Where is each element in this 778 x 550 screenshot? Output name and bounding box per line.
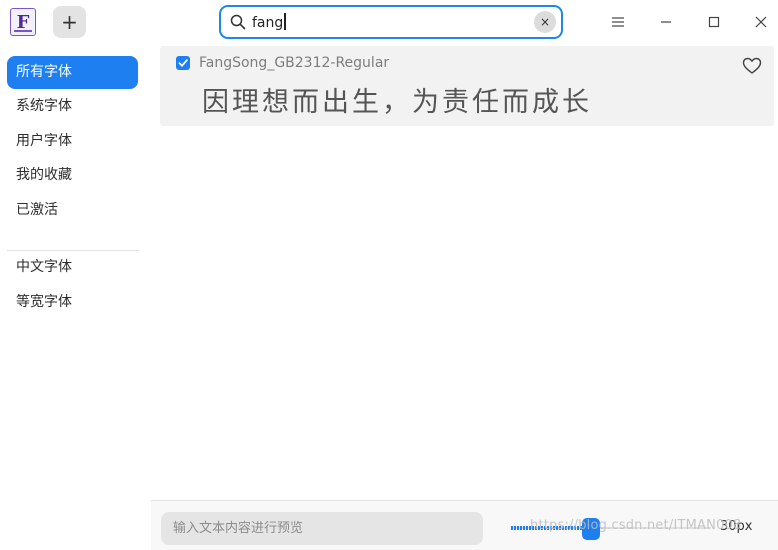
sidebar-item-favorites[interactable]: 我的收藏 (7, 159, 138, 192)
search-field[interactable]: fang × (219, 5, 563, 39)
app-icon-glyph: F (16, 11, 30, 33)
font-list: FangSong_GB2312-Regular 因理想而出生，为责任而成长 (151, 46, 778, 500)
sidebar-item-chinese-fonts[interactable]: 中文字体 (7, 251, 138, 284)
close-icon (755, 16, 767, 28)
preview-text-input[interactable] (161, 512, 483, 545)
close-button[interactable] (749, 10, 773, 34)
search-icon (230, 14, 246, 30)
sidebar-item-user-fonts[interactable]: 用户字体 (7, 125, 138, 158)
clear-search-button[interactable]: × (534, 11, 556, 33)
font-enable-checkbox[interactable] (176, 56, 190, 70)
minimize-button[interactable] (654, 10, 678, 34)
maximize-button[interactable] (702, 10, 726, 34)
plus-icon: + (61, 10, 78, 34)
minimize-icon (661, 21, 671, 23)
font-list-item[interactable]: FangSong_GB2312-Regular 因理想而出生，为责任而成长 (160, 46, 774, 126)
search-input[interactable]: fang (252, 13, 286, 31)
add-font-button[interactable]: + (53, 6, 86, 38)
font-preview-text: 因理想而出生，为责任而成长 (202, 87, 592, 118)
sidebar-item-activated[interactable]: 已激活 (7, 194, 138, 227)
sidebar-item-all-fonts[interactable]: 所有字体 (7, 56, 138, 89)
font-size-label: 30px (720, 519, 753, 534)
font-manager-app-icon: F (10, 8, 36, 36)
menu-icon (612, 17, 624, 27)
sidebar-item-system-fonts[interactable]: 系统字体 (7, 90, 138, 123)
sidebar: 所有字体 系统字体 用户字体 我的收藏 已激活 中文字体 等宽字体 (0, 46, 151, 550)
title-bar: F + fang × (0, 0, 778, 46)
heart-icon[interactable] (742, 56, 762, 76)
bottom-bar: 30px (151, 500, 778, 550)
menu-button[interactable] (606, 10, 630, 34)
slider-fill (511, 526, 591, 530)
sidebar-item-monospace-fonts[interactable]: 等宽字体 (7, 286, 138, 319)
font-name: FangSong_GB2312-Regular (199, 55, 390, 71)
slider-handle[interactable] (582, 518, 600, 540)
maximize-icon (708, 16, 720, 28)
font-size-slider[interactable] (511, 515, 711, 541)
checkmark-icon (178, 59, 188, 67)
